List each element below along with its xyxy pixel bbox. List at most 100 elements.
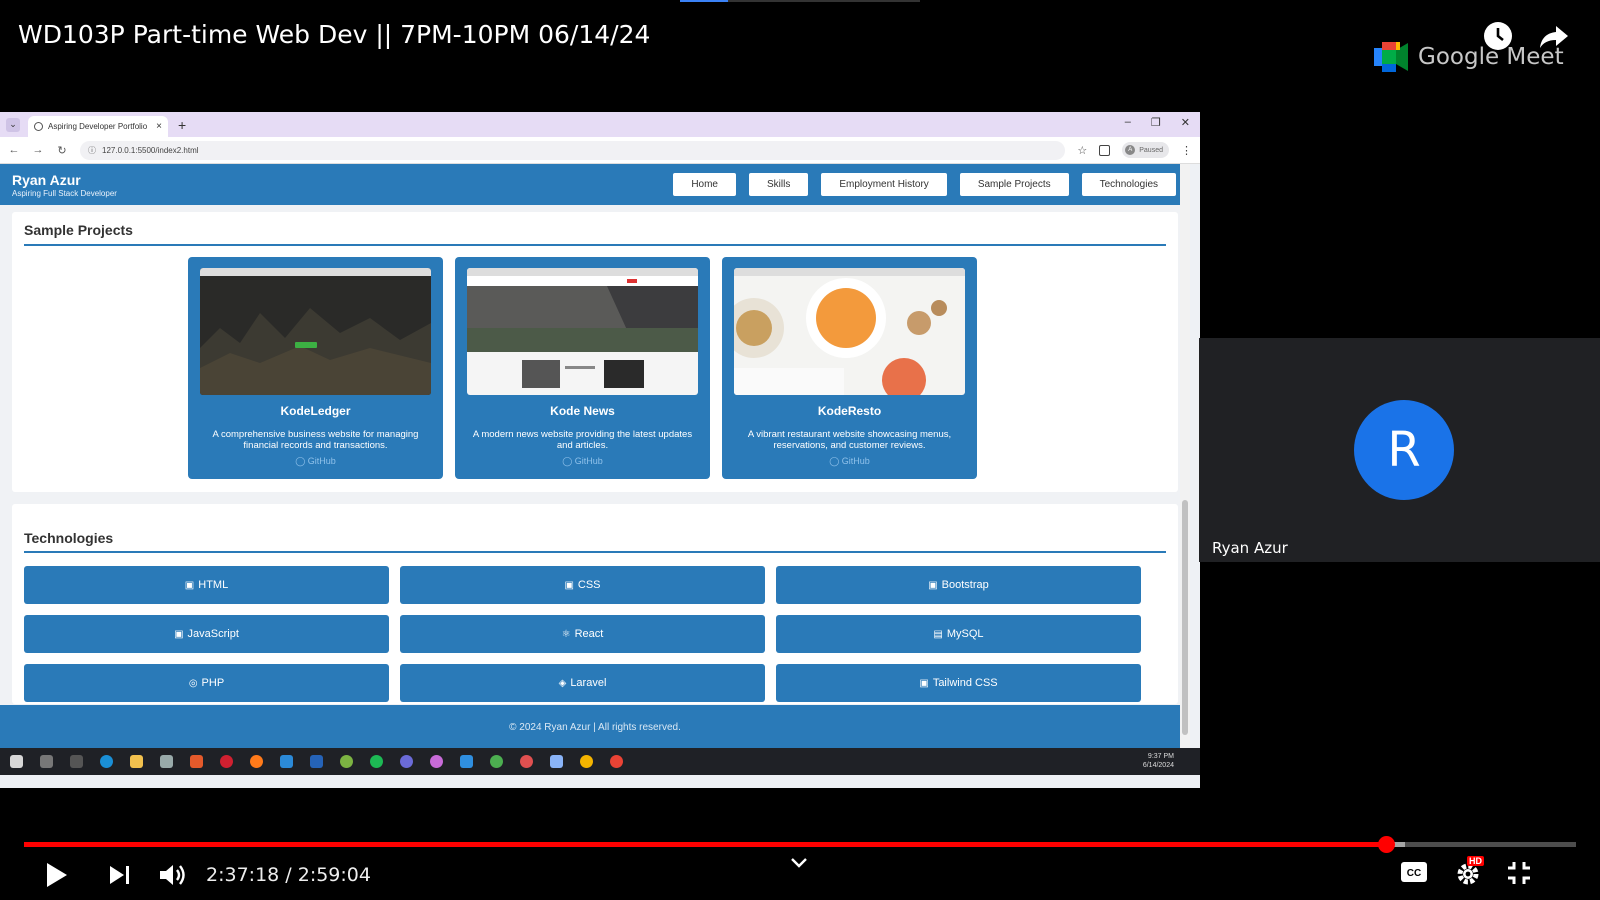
site-info-icon[interactable]: ⓘ (88, 145, 96, 156)
restore-icon[interactable]: ❐ (1151, 116, 1161, 129)
project-screenshot-kode-news (467, 268, 698, 395)
brand-subtitle: Aspiring Full Stack Developer (12, 189, 117, 198)
taskbar-clock[interactable]: 9:37 PM 6/14/2024 (1143, 752, 1174, 770)
google-meet-icon (1374, 42, 1408, 72)
brand-name: Ryan Azur (12, 172, 81, 188)
task-view-icon[interactable] (70, 755, 83, 768)
github-label: GitHub (307, 456, 336, 466)
html-icon: ▣ (184, 579, 195, 591)
google-meet-text: Google Meet (1418, 44, 1564, 70)
settings-button[interactable]: HD (1454, 856, 1490, 888)
brave-icon[interactable] (190, 755, 203, 768)
nav-technologies[interactable]: Technologies (1081, 173, 1176, 196)
tech-mysql[interactable]: ▤ MySQL (776, 615, 1141, 653)
project-card-koderesto[interactable]: KodeResto A vibrant restaurant website s… (722, 257, 977, 479)
spotify-icon[interactable] (370, 755, 383, 768)
tech-label: MySQL (946, 628, 984, 640)
page-scrollbar[interactable] (1180, 164, 1190, 754)
participant-name: Ryan Azur (1212, 539, 1288, 557)
svg-text:CC: CC (1407, 868, 1421, 879)
back-icon[interactable]: ← (8, 144, 20, 156)
browser-menu-icon[interactable]: ⋮ (1181, 144, 1192, 157)
participant-tile[interactable]: R Ryan Azur (1199, 338, 1600, 562)
captions-icon[interactable]: CC (1400, 860, 1428, 884)
tech-tailwind[interactable]: ▣ Tailwind CSS (776, 664, 1141, 702)
tech-label: HTML (198, 579, 229, 591)
project-github-link[interactable]: ◯ GitHub (188, 456, 443, 467)
tech-react[interactable]: ⚛ React (400, 615, 765, 653)
chrome-icon[interactable] (580, 755, 593, 768)
player-controls: 2:37:18 / 2:59:04 CC HD (0, 855, 1600, 900)
windows-taskbar: 9:37 PM 6/14/2024 (0, 748, 1200, 775)
opera-icon[interactable] (220, 755, 233, 768)
bootstrap-icon: ▣ (928, 579, 938, 591)
vscode-icon[interactable] (460, 755, 473, 768)
store-icon[interactable] (160, 755, 173, 768)
site-brand[interactable]: Ryan Azur Aspiring Full Stack Developer (12, 172, 117, 198)
site-footer: © 2024 Ryan Azur | All rights reserved. (0, 705, 1190, 749)
bookmark-star-icon[interactable]: ☆ (1077, 144, 1087, 157)
app-icon[interactable] (280, 755, 293, 768)
app-icon[interactable] (400, 755, 413, 768)
chrome-icon[interactable] (610, 755, 623, 768)
tech-javascript[interactable]: ▣ JavaScript (24, 615, 389, 653)
tech-laravel[interactable]: ◈ Laravel (400, 664, 765, 702)
progress-bar[interactable] (24, 836, 1576, 853)
edge-icon[interactable] (100, 755, 113, 768)
address-bar[interactable]: ⓘ 127.0.0.1:5500/index2.html (80, 140, 1066, 160)
next-icon[interactable] (107, 860, 133, 890)
css-icon: ▣ (564, 579, 574, 591)
app-icon[interactable] (550, 755, 563, 768)
file-explorer-icon[interactable] (130, 755, 143, 768)
scrollbar-thumb[interactable] (1182, 500, 1188, 735)
minimize-icon[interactable]: – (1125, 116, 1131, 129)
close-window-icon[interactable]: ✕ (1181, 116, 1190, 129)
tech-label: React (574, 628, 604, 640)
chrome-icon[interactable] (490, 755, 503, 768)
reload-icon[interactable]: ↻ (56, 144, 68, 157)
browser-tab-strip: ⌄ Aspiring Developer Portfolio × + – ❐ ✕ (0, 112, 1200, 137)
new-tab-icon[interactable]: + (178, 117, 186, 133)
nav-sample-projects[interactable]: Sample Projects (959, 173, 1069, 196)
project-github-link[interactable]: ◯ GitHub (455, 456, 710, 467)
react-icon: ⚛ (561, 628, 571, 640)
tech-html[interactable]: ▣ HTML (24, 566, 389, 604)
chevron-down-icon[interactable] (788, 855, 810, 871)
app-icon[interactable] (430, 755, 443, 768)
start-icon[interactable] (10, 755, 23, 768)
projects-divider (24, 244, 1166, 246)
browser-tab[interactable]: Aspiring Developer Portfolio × (28, 116, 168, 137)
technologies-divider (24, 551, 1166, 553)
project-name: Kode News (550, 404, 615, 418)
project-card-kodeledger[interactable]: KodeLedger A comprehensive business webs… (188, 257, 443, 479)
volume-icon[interactable] (157, 860, 187, 890)
hd-badge: HD (1467, 856, 1484, 866)
php-icon: ◎ (188, 677, 198, 689)
window-controls: – ❐ ✕ (1125, 116, 1190, 129)
chrome-icon[interactable] (520, 755, 533, 768)
forward-icon[interactable]: → (32, 144, 44, 156)
video-title: WD103P Part-time Web Dev || 7PM-10PM 06/… (18, 20, 651, 49)
portfolio-page: Ryan Azur Aspiring Full Stack Developer … (0, 164, 1190, 754)
tech-css[interactable]: ▣ CSS (400, 566, 765, 604)
nav-skills[interactable]: Skills (749, 173, 809, 196)
profile-button[interactable]: A Paused (1122, 142, 1169, 158)
project-github-link[interactable]: ◯ GitHub (722, 456, 977, 467)
nav-home[interactable]: Home (673, 173, 736, 196)
tech-php[interactable]: ◎ PHP (24, 664, 389, 702)
tab-close-icon[interactable]: × (156, 121, 162, 132)
nav-employment-history[interactable]: Employment History (821, 173, 947, 196)
project-card-kode-news[interactable]: Kode News A modern news website providin… (455, 257, 710, 479)
tech-bootstrap[interactable]: ▣ Bootstrap (776, 566, 1141, 604)
firefox-icon[interactable] (250, 755, 263, 768)
word-icon[interactable] (310, 755, 323, 768)
play-icon[interactable] (44, 860, 70, 890)
exit-fullscreen-icon[interactable] (1506, 860, 1532, 886)
scrubber-handle[interactable] (1378, 836, 1396, 853)
projects-section: Sample Projects KodeLedger A comprehensi… (12, 212, 1178, 492)
app-icon[interactable] (340, 755, 353, 768)
search-icon[interactable] (40, 755, 53, 768)
screen-share: ⌄ Aspiring Developer Portfolio × + – ❐ ✕… (0, 112, 1200, 788)
extensions-icon[interactable] (1099, 144, 1111, 156)
tab-search-icon[interactable]: ⌄ (6, 117, 20, 132)
